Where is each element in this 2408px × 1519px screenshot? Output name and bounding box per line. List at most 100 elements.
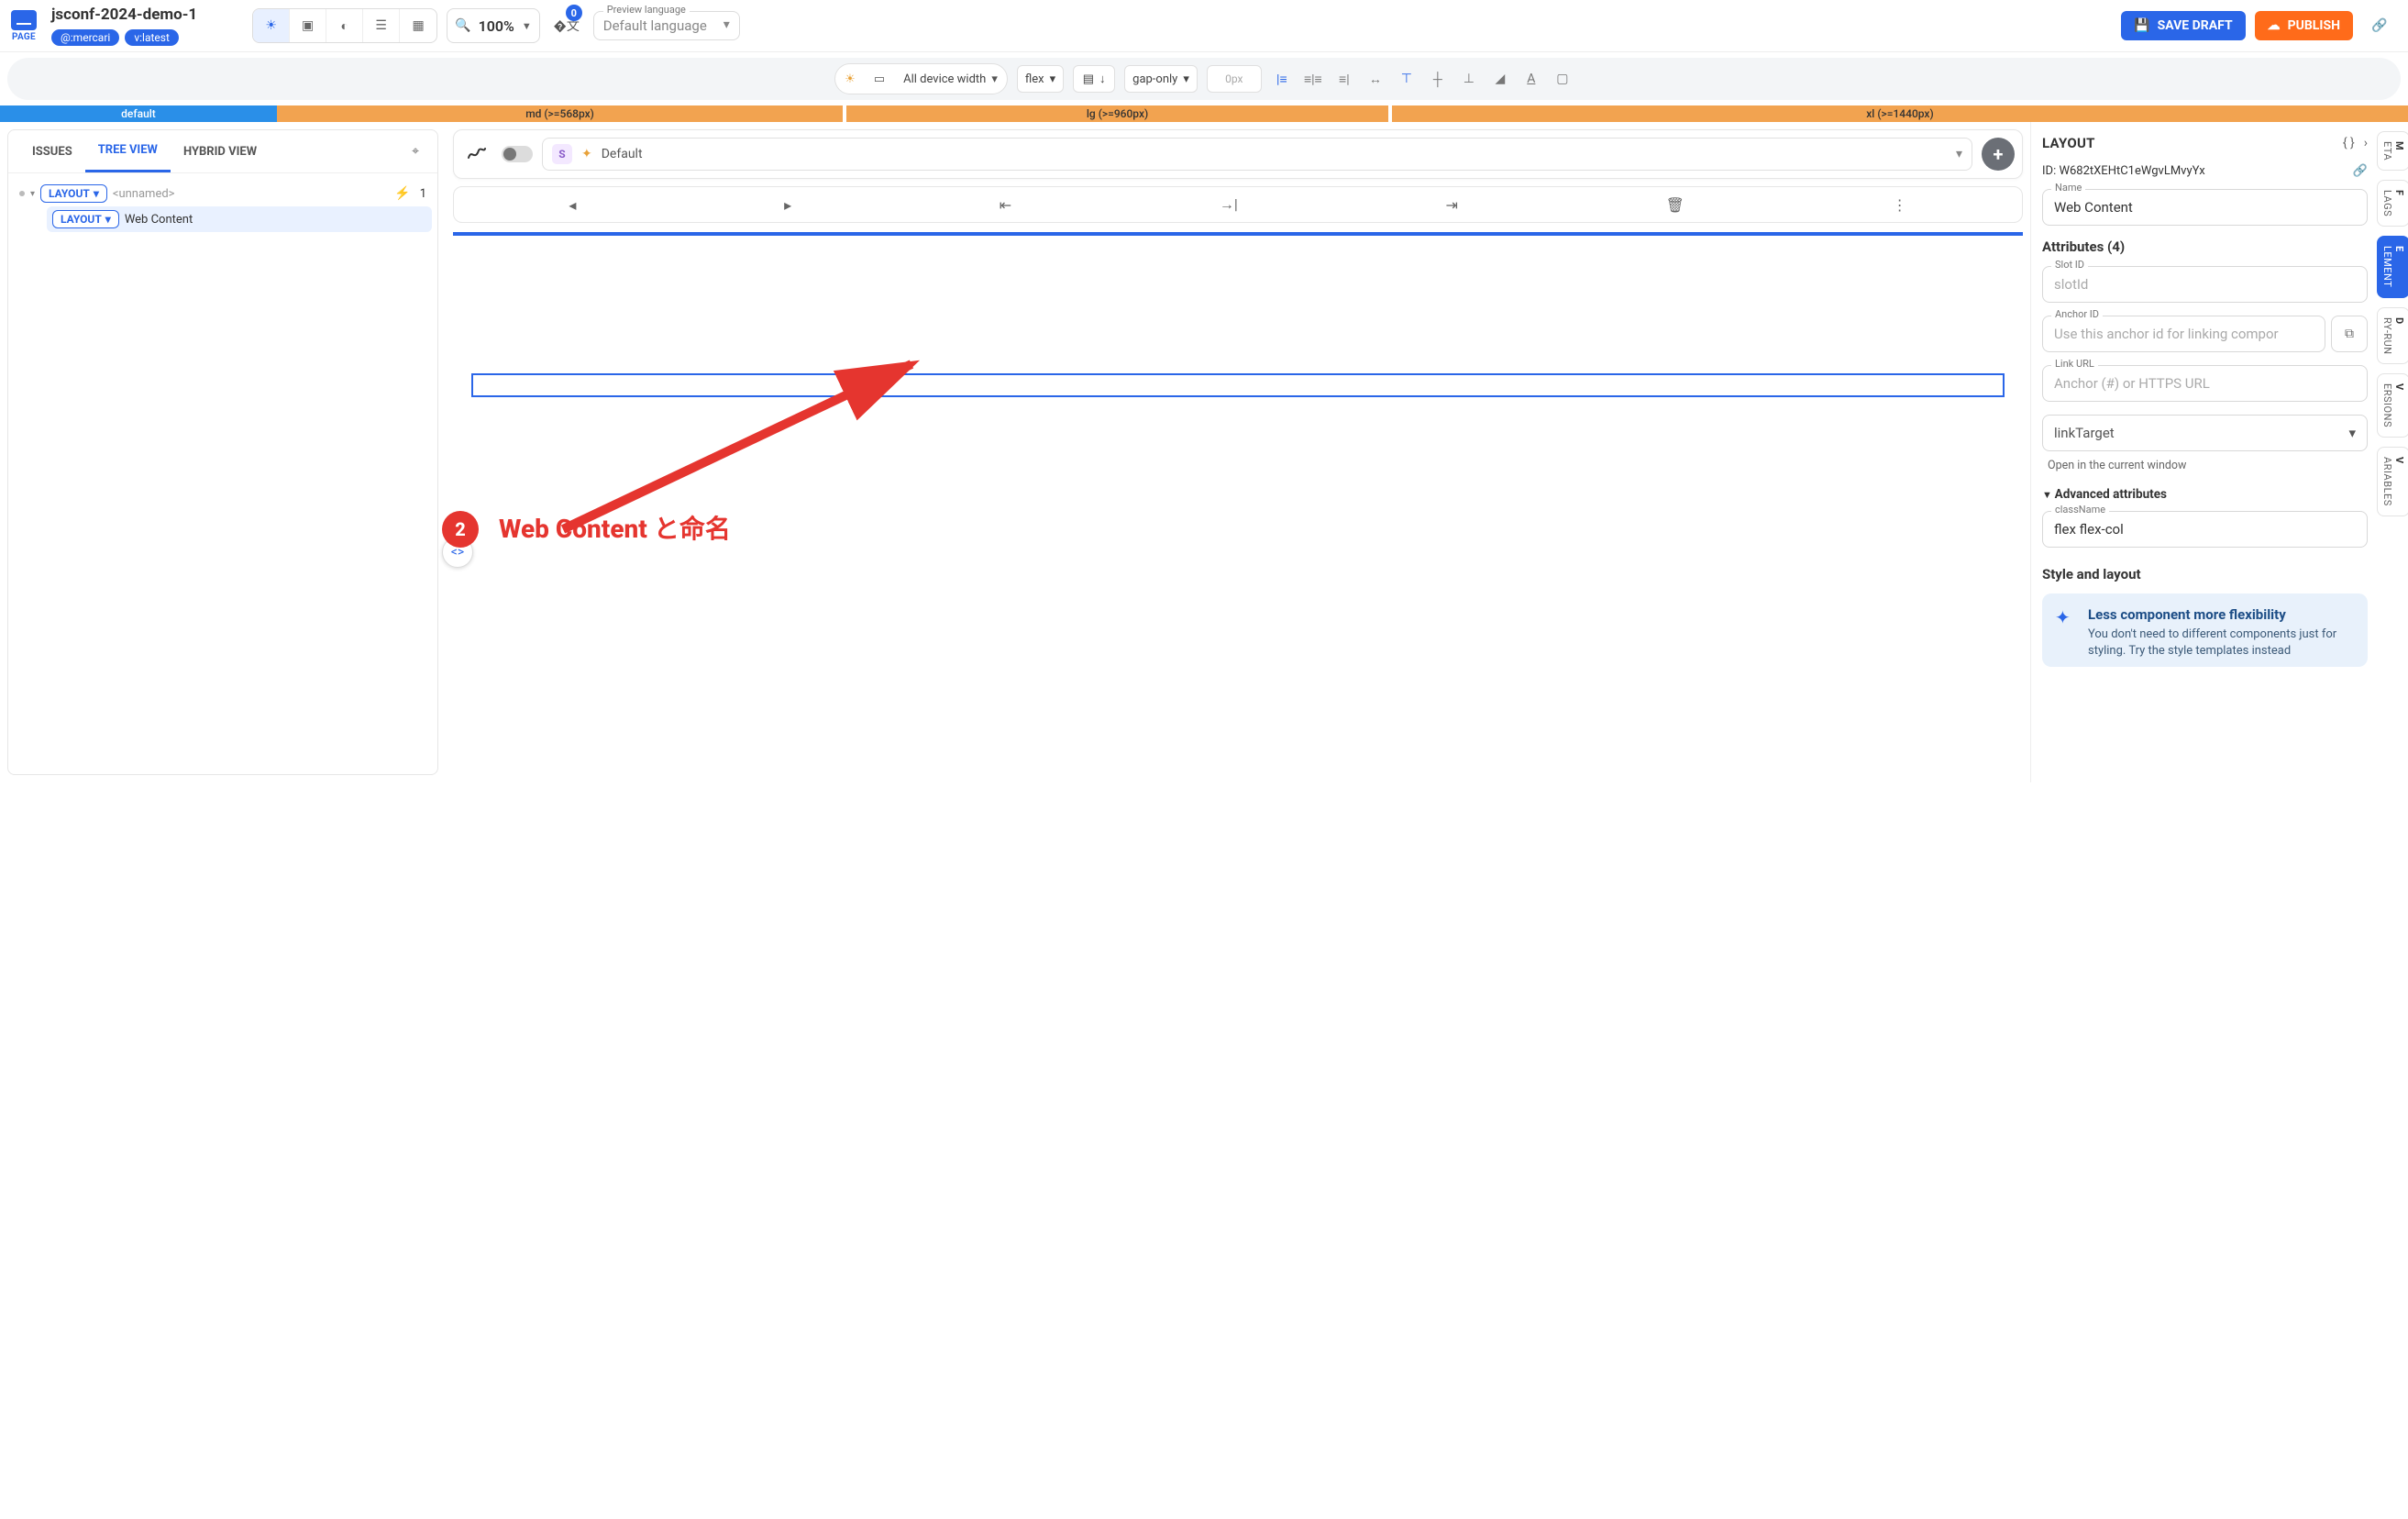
next-button[interactable]: ▸	[777, 193, 799, 217]
canvas-action-bar: ◂ ▸ ⇤ →| ⇥ 🗑 ⋮	[453, 186, 2023, 223]
freehand-toggle[interactable]	[502, 146, 533, 162]
tab-tree-view[interactable]: TREE VIEW	[85, 130, 171, 172]
layout-chip[interactable]: LAYOUT▾	[52, 210, 119, 228]
publish-button[interactable]: ☁ PUBLISH	[2255, 11, 2353, 40]
rail-tab-dry-run[interactable]: DRY-RUN	[2377, 307, 2408, 365]
rail-tab-variables[interactable]: VARIABLES	[2377, 447, 2408, 516]
wrap-button[interactable]: ⇥	[1438, 193, 1464, 217]
chip-scope[interactable]: @:mercari	[51, 29, 119, 46]
info-box: ✦ Less component more flexibility You do…	[2042, 593, 2368, 667]
inspector-panel: LAYOUT { } › ID: W682tXEHtC1eWgvLMvyYx 🔗…	[2030, 122, 2379, 782]
chevron-down-icon: ▾	[991, 72, 998, 86]
grid-toggle-button[interactable]: ▦	[400, 9, 436, 42]
direction-select[interactable]: ▤↓	[1073, 65, 1115, 93]
chevron-right-icon[interactable]: ›	[2364, 136, 2368, 150]
gap-value-input[interactable]	[1207, 65, 1262, 93]
device-icon[interactable]: ▭	[865, 72, 894, 86]
classname-input[interactable]	[2042, 511, 2368, 548]
save-draft-label: SAVE DRAFT	[2158, 18, 2233, 33]
link-url-input[interactable]	[2042, 365, 2368, 402]
list-toggle-button[interactable]: ☰	[363, 9, 400, 42]
globe-button[interactable]: ◐	[326, 9, 363, 42]
delete-button[interactable]: 🗑	[1659, 193, 1692, 217]
justify-end-icon[interactable]: ≡|	[1333, 72, 1355, 87]
slot-id-input[interactable]	[2042, 266, 2368, 303]
zoom-control[interactable]: 🔍 100% ▼	[447, 8, 540, 43]
rail-tab-element[interactable]: ELEMENT	[2377, 236, 2408, 297]
bp-md[interactable]: md (>=568px)	[277, 105, 843, 122]
braces-icon[interactable]: { }	[2343, 136, 2355, 150]
selected-element-box[interactable]	[471, 373, 2005, 397]
justify-stretch-icon[interactable]: ↔	[1364, 72, 1386, 87]
collapse-icon[interactable]: ▾	[30, 189, 35, 199]
justify-start-icon[interactable]: |≡	[1271, 72, 1293, 87]
device-width-select[interactable]: All device width ▾	[894, 72, 1007, 86]
copy-link-button[interactable]: 🔗	[2353, 164, 2368, 178]
tree-child-row[interactable]: LAYOUT▾ Web Content	[47, 206, 432, 232]
translate-count: 0	[566, 5, 582, 21]
arrow-down-icon: ↓	[1099, 72, 1106, 86]
bp-lg[interactable]: lg (>=960px)	[846, 105, 1388, 122]
border-icon[interactable]: ▢	[1552, 72, 1574, 86]
share-link-button[interactable]: 🔗	[2362, 8, 2397, 43]
device-pill: ☀ ▭ All device width ▾	[834, 63, 1008, 94]
prev-button[interactable]: ◂	[561, 193, 583, 217]
grid-icon: ▦	[413, 18, 425, 33]
indent-button[interactable]: →|	[1212, 192, 1245, 217]
canvas-panel: S ✦ Default ▾ + ◂ ▸ ⇤ →| ⇥ 🗑 ⋮ 2 Web Con…	[446, 122, 2030, 782]
title-column: jsconf-2024-demo-1 @:mercari v:latest	[51, 6, 197, 46]
anchor-id-input[interactable]	[2042, 316, 2325, 352]
link-target-select[interactable]: linkTarget ▾	[2042, 415, 2368, 451]
text-style-group: ◢ A ▢	[1489, 72, 1574, 86]
classname-label: className	[2051, 504, 2109, 516]
justify-center-icon[interactable]: ≡|≡	[1302, 72, 1324, 87]
light-mode-button[interactable]: ☀	[253, 9, 290, 42]
fill-color-icon[interactable]: ◢	[1489, 72, 1511, 86]
tree: ▾ LAYOUT▾ <unnamed> ⚡ 1 LAYOUT▾ Web Cont…	[8, 173, 437, 239]
bp-xl[interactable]: xl (>=1440px)	[1392, 105, 2408, 122]
gap-mode-select[interactable]: gap-only ▾	[1124, 65, 1198, 93]
rail-tab-versions[interactable]: VERSIONS	[2377, 373, 2408, 438]
zoom-value: 100%	[479, 17, 514, 35]
status-dot	[19, 191, 25, 196]
add-style-button[interactable]: +	[1982, 138, 2015, 171]
info-title: Less component more flexibility	[2088, 606, 2355, 623]
translate-button[interactable]: �文 0	[549, 8, 584, 43]
attributes-heading: Attributes (4)	[2042, 238, 2368, 255]
anchor-id-label: Anchor ID	[2051, 308, 2103, 320]
more-button[interactable]: ⋮	[1885, 193, 1915, 217]
save-draft-button[interactable]: 💾 SAVE DRAFT	[2121, 11, 2245, 40]
copy-anchor-button[interactable]: ⧉	[2331, 316, 2368, 352]
slot-id-field: Slot ID	[2042, 266, 2368, 303]
link-target-field: linkTarget ▾	[2042, 415, 2368, 451]
layout-chip[interactable]: LAYOUT▾	[40, 184, 107, 203]
preview-button[interactable]: ▣	[290, 9, 326, 42]
tab-hybrid-view[interactable]: HYBRID VIEW	[171, 132, 270, 172]
outdent-button[interactable]: ⇤	[992, 193, 1019, 217]
align-middle-icon[interactable]: ┼	[1427, 72, 1449, 87]
align-bottom-icon[interactable]: ⊥	[1458, 72, 1480, 87]
tree-root-row[interactable]: ▾ LAYOUT▾ <unnamed> ⚡ 1	[14, 181, 432, 206]
canvas[interactable]: 2 Web Content と命名 <>	[453, 232, 2023, 746]
align-top-icon[interactable]: ⊤	[1396, 72, 1418, 87]
tab-issues[interactable]: ISSUES	[19, 132, 85, 172]
freehand-icon[interactable]	[461, 143, 492, 165]
id-label: ID:	[2042, 164, 2056, 178]
chip-version[interactable]: v:latest	[125, 29, 179, 46]
preview-language-select[interactable]: Preview language Default language ▾	[593, 11, 740, 40]
style-template-select[interactable]: S ✦ Default ▾	[542, 138, 1972, 171]
link-url-field: Link URL	[2042, 365, 2368, 402]
rail-tab-flags[interactable]: FLAGS	[2377, 180, 2408, 227]
advanced-attributes-heading[interactable]: Advanced attributes	[2042, 487, 2368, 502]
annotation-number: 2	[442, 511, 479, 548]
bp-default[interactable]: default	[0, 105, 277, 122]
locate-button[interactable]: ⌖	[404, 137, 426, 166]
text-color-icon[interactable]: A	[1520, 72, 1542, 86]
display-select[interactable]: flex ▾	[1017, 65, 1064, 93]
chevron-down-icon: ▾	[1050, 72, 1056, 86]
page-label: PAGE	[12, 32, 36, 42]
rail-tab-meta[interactable]: META	[2377, 131, 2408, 171]
sun-icon[interactable]: ☀	[835, 72, 865, 86]
page-title: jsconf-2024-demo-1	[51, 6, 197, 24]
name-input[interactable]	[2042, 189, 2368, 226]
